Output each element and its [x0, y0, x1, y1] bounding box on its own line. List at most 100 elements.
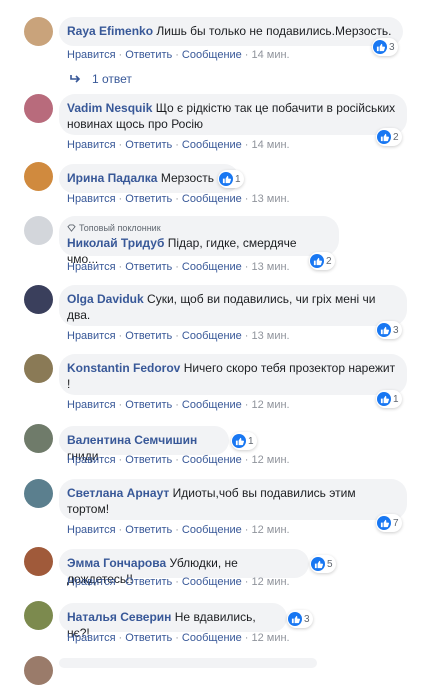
like-link[interactable]: Нравится	[67, 576, 116, 588]
like-link[interactable]: Нравится	[67, 193, 116, 205]
replies-count[interactable]: 1 ответ	[92, 72, 132, 86]
message-link[interactable]: Сообщение	[182, 139, 242, 151]
reply-link[interactable]: Ответить	[125, 193, 172, 205]
reply-arrow-icon	[70, 75, 81, 83]
separator: ·	[118, 193, 123, 205]
timestamp[interactable]: 13 мин.	[251, 193, 289, 205]
comment-author[interactable]: Raya Efimenko	[67, 24, 153, 38]
reply-link[interactable]: Ответить	[125, 330, 172, 342]
like-link[interactable]: Нравится	[67, 399, 116, 411]
like-link[interactable]: Нравится	[67, 139, 116, 151]
timestamp[interactable]: 13 мин.	[251, 261, 289, 273]
avatar[interactable]	[24, 354, 53, 383]
comment-author[interactable]: Vadim Nesquik	[67, 101, 152, 115]
message-link[interactable]: Сообщение	[182, 632, 242, 644]
comment-author[interactable]: Olga Daviduk	[67, 292, 144, 306]
reaction-number: 3	[389, 41, 395, 53]
comment-author[interactable]: Николай Тридуб	[67, 236, 164, 250]
comment-actions: Нравится · Ответить · Сообщение · 12 мин.	[67, 454, 290, 466]
reaction-count[interactable]: 3	[372, 38, 398, 56]
avatar[interactable]	[24, 216, 53, 245]
like-icon	[377, 130, 391, 144]
reaction-count[interactable]: 2	[376, 128, 402, 146]
avatar[interactable]	[24, 547, 53, 576]
comment-text: Лишь бы только не подавились.Мерзость.	[156, 24, 392, 38]
comment-actions: Нравится · Ответить · Сообщение · 13 мин.	[67, 261, 290, 273]
timestamp[interactable]: 12 мин.	[251, 524, 289, 536]
message-link[interactable]: Сообщение	[182, 330, 242, 342]
separator: ·	[118, 330, 123, 342]
timestamp[interactable]: 12 мин.	[251, 576, 289, 588]
timestamp[interactable]: 12 мин.	[251, 399, 289, 411]
reply-link[interactable]: Ответить	[125, 399, 172, 411]
avatar[interactable]	[24, 656, 53, 685]
reaction-number: 5	[327, 558, 333, 570]
timestamp[interactable]: 14 мин.	[251, 49, 289, 61]
separator: ·	[175, 330, 179, 342]
like-link[interactable]: Нравится	[67, 632, 116, 644]
comment-author[interactable]: Светлана Арнаут	[67, 486, 169, 500]
reaction-count[interactable]: 7	[376, 514, 402, 532]
reply-link[interactable]: Ответить	[125, 632, 172, 644]
comment-author[interactable]: Эмма Гончарова	[67, 556, 166, 570]
message-link[interactable]: Сообщение	[182, 261, 242, 273]
avatar[interactable]	[24, 285, 53, 314]
like-link[interactable]: Нравится	[67, 330, 116, 342]
like-link[interactable]: Нравится	[67, 49, 116, 61]
like-link[interactable]: Нравится	[67, 261, 116, 273]
reaction-count[interactable]: 1	[218, 170, 244, 188]
comment-author[interactable]: Ирина Падалка	[67, 171, 157, 185]
reaction-number: 1	[235, 173, 241, 185]
avatar[interactable]	[24, 601, 53, 630]
reaction-count[interactable]: 5	[310, 555, 336, 573]
like-link[interactable]: Нравится	[67, 454, 116, 466]
separator: ·	[118, 399, 123, 411]
separator: ·	[175, 576, 179, 588]
comment-author[interactable]: Konstantin Fedorov	[67, 361, 180, 375]
avatar[interactable]	[24, 424, 53, 453]
message-link[interactable]: Сообщение	[182, 524, 242, 536]
comment: Топовый поклонник Николай Тридуб Підар, …	[0, 216, 434, 278]
avatar[interactable]	[24, 479, 53, 508]
like-icon	[377, 516, 391, 530]
timestamp[interactable]: 12 мин.	[251, 454, 289, 466]
avatar[interactable]	[24, 162, 53, 191]
reply-link[interactable]: Ответить	[125, 139, 172, 151]
comment: Ирина Падалка Мерзость 1 Нравится · Ответи…	[0, 162, 434, 212]
reaction-count[interactable]: 1	[231, 432, 257, 450]
avatar[interactable]	[24, 17, 53, 46]
reply-link[interactable]: Ответить	[125, 576, 172, 588]
timestamp[interactable]: 12 мин.	[251, 632, 289, 644]
message-link[interactable]: Сообщение	[182, 576, 242, 588]
reply-link[interactable]: Ответить	[125, 49, 172, 61]
reaction-count[interactable]: 3	[287, 610, 313, 628]
avatar[interactable]	[24, 94, 53, 123]
view-replies-link[interactable]: 1 ответ	[70, 72, 132, 86]
message-link[interactable]: Сообщение	[182, 193, 242, 205]
message-link[interactable]: Сообщение	[182, 49, 242, 61]
message-link[interactable]: Сообщение	[182, 399, 242, 411]
message-link[interactable]: Сообщение	[182, 454, 242, 466]
timestamp[interactable]: 14 мин.	[251, 139, 289, 151]
like-icon	[373, 40, 387, 54]
like-link[interactable]: Нравится	[67, 524, 116, 536]
like-icon	[377, 392, 391, 406]
reaction-count[interactable]: 2	[309, 252, 335, 270]
timestamp[interactable]: 13 мин.	[251, 330, 289, 342]
reply-link[interactable]: Ответить	[125, 524, 172, 536]
comment-bubble: Ирина Падалка Мерзость	[59, 164, 239, 193]
reply-link[interactable]: Ответить	[125, 261, 172, 273]
reaction-number: 3	[304, 613, 310, 625]
separator: ·	[175, 399, 179, 411]
comment-author[interactable]: Валентина Семчишин	[67, 433, 197, 447]
comment-bubble: Vadim Nesquik Що є рідкістю так це побач…	[59, 94, 407, 135]
reaction-count[interactable]: 3	[376, 321, 402, 339]
reply-link[interactable]: Ответить	[125, 454, 172, 466]
diamond-icon	[67, 224, 76, 232]
reaction-count[interactable]: 1	[376, 390, 402, 408]
comment: Валентина Семчишин гниди 1 Нравится · Отве…	[0, 424, 434, 472]
separator: ·	[175, 524, 179, 536]
top-fan-badge: Топовый поклонник	[67, 222, 331, 234]
comment-bubble: Olga Daviduk Суки, щоб ви подавились, чи…	[59, 285, 407, 326]
comment-author[interactable]: Наталья Северин	[67, 610, 171, 624]
